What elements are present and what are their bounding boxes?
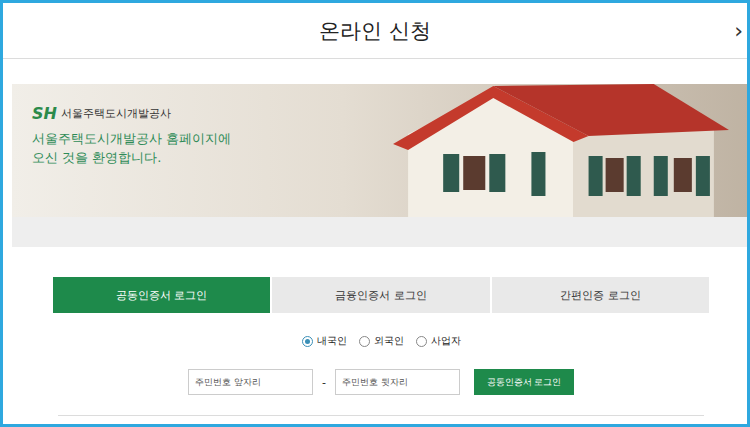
login-tab[interactable]: 간편인증 로그인	[492, 277, 709, 313]
welcome-line: 서울주택도시개발공사 홈페이지에	[32, 129, 747, 148]
logo-text: 서울주택도시개발공사	[61, 106, 171, 121]
company-logo: SH 서울주택도시개발공사	[32, 104, 747, 123]
application-window: 온라인 신청 › SH 서울주택도시개발공사서울주택도시개발공사 홈페이지에오신 것을…	[0, 0, 750, 427]
radio-label: 외국인	[374, 334, 404, 348]
login-tabs: 공동인증서 로그인금융인증서 로그인간편인증 로그인	[53, 277, 709, 313]
user-type-radio[interactable]: 사업자	[416, 334, 461, 348]
login-tab[interactable]: 공동인증서 로그인	[53, 277, 270, 313]
welcome-banner: SH 서울주택도시개발공사서울주택도시개발공사 홈페이지에오신 것을 환영합니다.	[12, 84, 747, 217]
radio-circle-icon[interactable]	[359, 336, 370, 347]
id-front-input[interactable]	[188, 369, 313, 395]
title-bar: 온라인 신청 ›	[3, 3, 747, 59]
login-panel: 공동인증서 로그인금융인증서 로그인간편인증 로그인내국인외국인사업자-공동인증…	[20, 247, 747, 416]
divider	[58, 415, 704, 416]
radio-label: 사업자	[431, 334, 461, 348]
user-type-radio[interactable]: 내국인	[302, 334, 347, 348]
radio-label: 내국인	[317, 334, 347, 348]
separator-band	[12, 217, 747, 247]
user-type-radio[interactable]: 외국인	[359, 334, 404, 348]
close-button[interactable]: ›	[734, 18, 747, 43]
welcome-line: 오신 것을 환영합니다.	[32, 148, 747, 167]
id-back-input[interactable]	[335, 369, 460, 395]
radio-circle-icon[interactable]	[416, 336, 427, 347]
login-tab[interactable]: 금융인증서 로그인	[272, 277, 489, 313]
login-button[interactable]: 공동인증서 로그인	[474, 369, 574, 395]
separator: -	[319, 376, 329, 389]
welcome-text: 서울주택도시개발공사 홈페이지에오신 것을 환영합니다.	[32, 129, 747, 167]
logo-mark: SH	[32, 104, 57, 123]
login-form: - 공동인증서 로그인	[53, 369, 709, 395]
window-title: 온라인 신청	[319, 17, 431, 45]
user-type-group: 내국인 외국인 사업자	[53, 333, 709, 349]
radio-circle-icon[interactable]	[302, 336, 313, 347]
